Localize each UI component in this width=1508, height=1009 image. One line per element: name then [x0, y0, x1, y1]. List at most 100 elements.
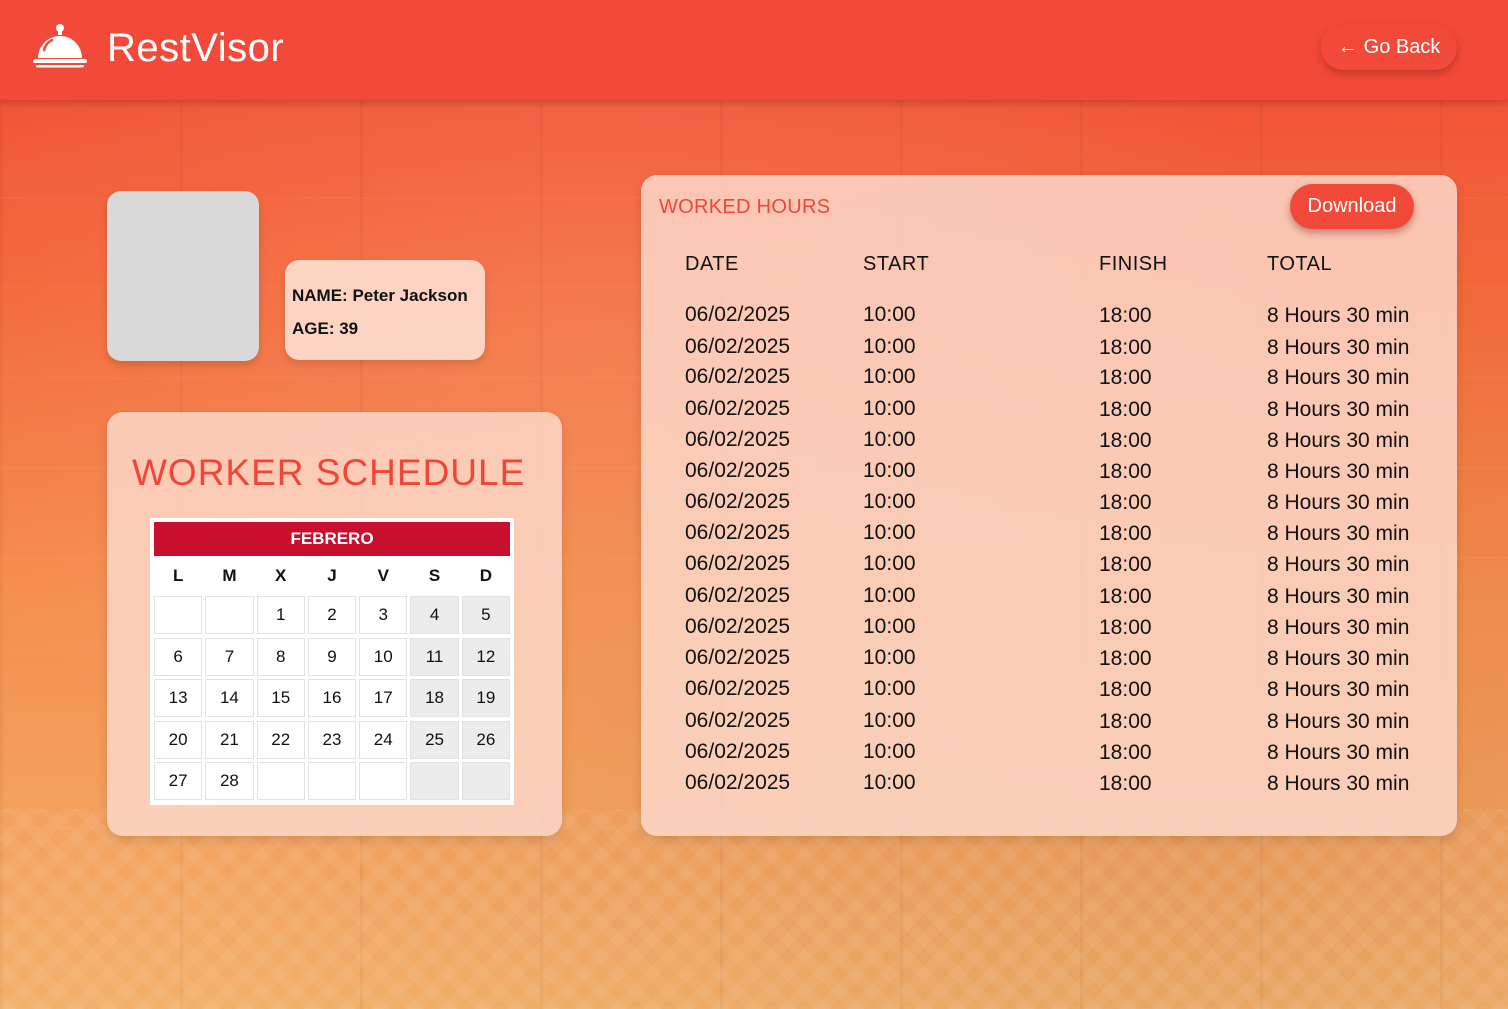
calendar-day[interactable]: 23 [307, 720, 357, 759]
calendar-day[interactable] [461, 762, 510, 800]
table-row: 06/02/2025 10:00 18:00 8 Hours 30 min [641, 584, 1457, 614]
cell-date: 06/02/2025 [685, 335, 791, 358]
cell-total: 8 Hours 30 min [1267, 585, 1410, 608]
cell-start: 10:00 [863, 709, 916, 732]
cell-date: 06/02/2025 [685, 521, 791, 544]
calendar-day[interactable]: 13 [154, 679, 203, 717]
cell-start: 10:00 [863, 740, 916, 763]
cell-total: 8 Hours 30 min [1267, 647, 1410, 670]
worked-hours-card: WORKED HOURS Download DATE START FINISH … [641, 175, 1457, 836]
calendar-day[interactable]: 21 [205, 720, 254, 759]
calendar-day[interactable] [410, 762, 459, 800]
background-floor [0, 809, 1508, 1009]
calendar-day[interactable]: 20 [154, 720, 203, 759]
worker-photo-placeholder [107, 191, 259, 361]
cell-total: 8 Hours 30 min [1267, 710, 1410, 733]
calendar-grid: 1 2 3 4 5 6 7 8 9 10 11 12 13 14 15 16 17 18 19 20 21 22 23 24 2… [154, 596, 510, 800]
column-header-start: START [863, 253, 930, 275]
calendar-day[interactable]: 7 [205, 637, 254, 676]
schedule-title: WORKER SCHEDULE [132, 452, 526, 493]
cell-start: 10:00 [863, 365, 916, 388]
calendar-day[interactable]: 6 [154, 637, 203, 676]
app-header: RestVisor ← Go Back [0, 0, 1508, 100]
cell-finish: 18:00 [1099, 741, 1152, 764]
calendar-day[interactable]: 1 [256, 596, 305, 634]
calendar-day[interactable] [307, 762, 357, 800]
calendar-day[interactable]: 22 [256, 720, 305, 759]
calendar-day[interactable]: 16 [307, 679, 357, 717]
cell-finish: 18:00 [1099, 336, 1152, 359]
weekday-label: S [428, 566, 441, 585]
cell-total: 8 Hours 30 min [1267, 616, 1410, 639]
calendar-day[interactable]: 18 [410, 679, 459, 717]
cell-total: 8 Hours 30 min [1267, 336, 1410, 359]
cell-date: 06/02/2025 [685, 677, 791, 700]
calendar-day[interactable]: 10 [359, 637, 408, 676]
table-row: 06/02/2025 10:00 18:00 8 Hours 30 min [641, 771, 1457, 801]
calendar-day[interactable]: 14 [205, 679, 254, 717]
cell-total: 8 Hours 30 min [1267, 678, 1410, 701]
cell-start: 10:00 [863, 490, 916, 513]
calendar-day[interactable]: 25 [410, 720, 459, 759]
cell-total: 8 Hours 30 min [1267, 772, 1410, 795]
download-button[interactable]: Download [1290, 184, 1414, 229]
calendar-weekdays: L M X J V S D [154, 556, 510, 596]
calendar-day[interactable]: 19 [461, 679, 510, 717]
service-bell-icon [30, 20, 90, 70]
weekday-label: J [327, 566, 337, 585]
calendar-day[interactable] [154, 596, 203, 634]
calendar-day[interactable]: 24 [359, 720, 408, 759]
calendar-day[interactable]: 2 [307, 596, 357, 634]
app-title: RestVisor [107, 26, 285, 70]
calendar-day[interactable]: 11 [410, 637, 459, 676]
cell-finish: 18:00 [1099, 429, 1152, 452]
cell-start: 10:00 [863, 584, 916, 607]
cell-date: 06/02/2025 [685, 459, 791, 482]
cell-date: 06/02/2025 [685, 584, 791, 607]
cell-date: 06/02/2025 [685, 397, 791, 420]
calendar-day[interactable]: 4 [410, 596, 459, 634]
weekday-label: V [377, 566, 389, 585]
cell-date: 06/02/2025 [685, 646, 791, 669]
cell-finish: 18:00 [1099, 522, 1152, 545]
cell-total: 8 Hours 30 min [1267, 304, 1410, 327]
cell-start: 10:00 [863, 397, 916, 420]
calendar-day[interactable] [359, 762, 408, 800]
calendar-day[interactable]: 17 [359, 679, 408, 717]
calendar-day[interactable]: 15 [256, 679, 305, 717]
cell-finish: 18:00 [1099, 553, 1152, 576]
column-header-total: TOTAL [1267, 253, 1333, 275]
go-back-button[interactable]: ← Go Back [1321, 25, 1457, 70]
weekday-label: D [479, 566, 492, 585]
calendar: FEBRERO L M X J V S D 1 2 3 4 5 6 7 8 9 10 11 12 13 1… [150, 518, 514, 805]
cell-date: 06/02/2025 [685, 303, 791, 326]
cell-finish: 18:00 [1099, 304, 1152, 327]
calendar-day[interactable] [256, 762, 305, 800]
calendar-day[interactable] [205, 596, 254, 634]
worker-schedule-card: WORKER SCHEDULE FEBRERO L M X J V S D 12… [107, 412, 562, 836]
calendar-week-row: 6 7 8 9 10 11 12 [154, 637, 510, 676]
calendar-day[interactable]: 28 [205, 762, 254, 800]
calendar-day[interactable]: 12 [461, 637, 510, 676]
cell-date: 06/02/2025 [685, 771, 791, 794]
cell-start: 10:00 [863, 615, 916, 638]
worked-hours-title: WORKED HOURS [659, 196, 831, 218]
calendar-day[interactable]: 8 [256, 637, 305, 676]
calendar-day[interactable]: 5 [461, 596, 510, 634]
weekday-label: L [172, 566, 184, 585]
calendar-day[interactable]: 27 [154, 762, 203, 800]
column-header-finish: FINISH [1099, 253, 1168, 275]
cell-start: 10:00 [863, 646, 916, 669]
cell-total: 8 Hours 30 min [1267, 398, 1410, 421]
cell-total: 8 Hours 30 min [1267, 741, 1410, 764]
cell-start: 10:00 [863, 677, 916, 700]
worker-name: NAME: Peter Jackson [292, 286, 468, 305]
table-row: 06/02/2025 10:00 18:00 8 Hours 30 min [641, 521, 1457, 551]
cell-finish: 18:00 [1099, 772, 1152, 795]
calendar-month: FEBRERO [154, 522, 510, 556]
calendar-day[interactable]: 3 [359, 596, 408, 634]
go-back-label: Go Back [1363, 36, 1441, 58]
cell-date: 06/02/2025 [685, 365, 791, 388]
calendar-day[interactable]: 26 [461, 720, 510, 759]
calendar-day[interactable]: 9 [307, 637, 357, 676]
